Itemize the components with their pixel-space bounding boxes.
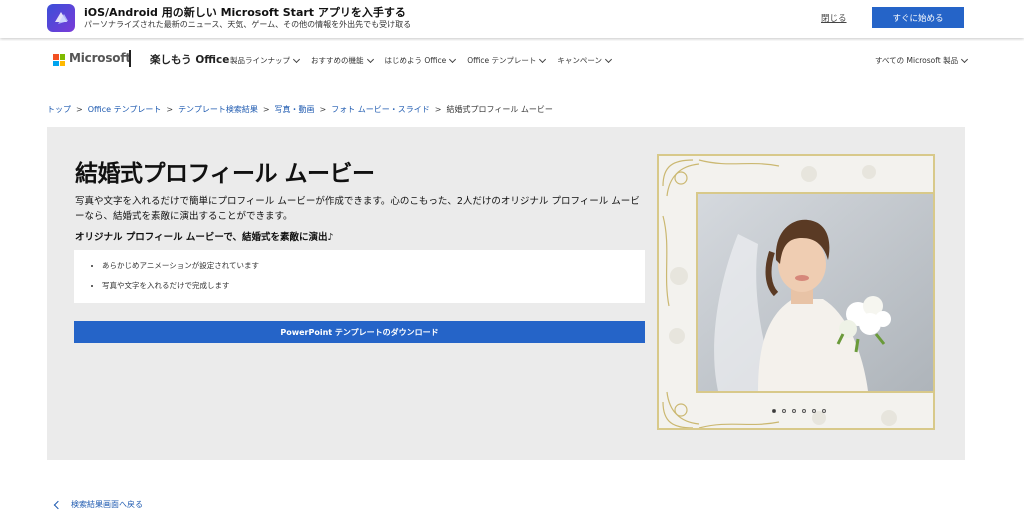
site-header: Microsoft 楽しもう Office 製品ラインナップ おすすめの機能 は… <box>0 41 1024 77</box>
breadcrumb-link-search-results[interactable]: テンプレート検索結果 <box>178 104 258 115</box>
template-preview-carousel[interactable] <box>657 154 935 430</box>
back-to-results-link[interactable]: 検索結果画面へ戻る <box>53 499 143 510</box>
carousel-dot[interactable] <box>772 409 776 413</box>
promo-start-button[interactable]: すぐに始める <box>872 7 964 28</box>
breadcrumb-link-top[interactable]: トップ <box>47 104 71 115</box>
breadcrumb-separator: > <box>319 105 327 114</box>
feature-list-box: あらかじめアニメーションが設定されています 写真や文字を入れるだけで完成します <box>74 250 645 303</box>
chevron-down-icon <box>539 55 547 63</box>
app-promo-banner: iOS/Android 用の新しい Microsoft Start アプリを入手… <box>0 0 1024 38</box>
chevron-down-icon <box>604 55 613 63</box>
breadcrumb-link-photo-video[interactable]: 写真・動画 <box>275 104 315 115</box>
breadcrumb-link-templates[interactable]: Office テンプレート <box>88 104 162 115</box>
nav-item-campaigns[interactable]: キャンペーン <box>557 55 613 66</box>
microsoft-start-app-icon <box>47 4 75 32</box>
breadcrumb-current: 結婚式プロフィール ムービー <box>446 105 553 114</box>
nav-item-templates[interactable]: Office テンプレート <box>467 55 547 66</box>
list-item: 写真や文字を入れるだけで完成します <box>102 276 645 296</box>
chevron-left-icon <box>53 500 63 509</box>
list-item: あらかじめアニメーションが設定されています <box>102 256 645 276</box>
template-subheading: オリジナル プロフィール ムービーで、結婚式を素敵に演出♪ <box>75 232 334 243</box>
bride-photo-image <box>696 192 933 393</box>
breadcrumb-separator: > <box>166 105 174 114</box>
carousel-dots <box>772 409 826 413</box>
nav-item-features[interactable]: おすすめの機能 <box>311 55 374 66</box>
promo-subtitle: パーソナライズされた最新のニュース、天気、ゲーム、その他の情報を外出先でも受け取… <box>84 20 412 29</box>
feature-list: あらかじめアニメーションが設定されています 写真や文字を入れるだけで完成します <box>74 256 645 296</box>
breadcrumb: トップ > Office テンプレート > テンプレート検索結果 > 写真・動画… <box>47 104 553 115</box>
chevron-down-icon <box>292 55 301 63</box>
promo-title: iOS/Android 用の新しい Microsoft Start アプリを入手… <box>84 6 406 19</box>
template-hero: 結婚式プロフィール ムービー 写真や文字を入れるだけで簡単にプロフィール ムービ… <box>47 127 965 460</box>
breadcrumb-separator: > <box>434 105 442 114</box>
breadcrumb-separator: > <box>262 105 270 114</box>
breadcrumb-separator: > <box>76 105 83 114</box>
nav-item-getting-started[interactable]: はじめよう Office <box>385 55 457 66</box>
promo-close-link[interactable]: 閉じる <box>821 12 847 24</box>
chevron-down-icon <box>961 55 969 63</box>
brand-title[interactable]: 楽しもう Office <box>150 52 229 67</box>
download-template-button[interactable]: PowerPoint テンプレートのダウンロード <box>74 321 645 343</box>
main-nav: 製品ラインナップ おすすめの機能 はじめよう Office Office テンプ… <box>230 55 623 66</box>
carousel-dot[interactable] <box>812 409 816 413</box>
carousel-dot[interactable] <box>782 409 786 413</box>
nav-item-products[interactable]: 製品ラインナップ <box>230 55 301 66</box>
page-title: 結婚式プロフィール ムービー <box>75 161 375 187</box>
bride-illustration <box>698 194 933 391</box>
microsoft-logo-text[interactable]: Microsoft <box>69 51 131 65</box>
carousel-dot[interactable] <box>822 409 826 413</box>
carousel-dot[interactable] <box>802 409 806 413</box>
chevron-down-icon <box>449 55 457 63</box>
template-description: 写真や文字を入れるだけで簡単にプロフィール ムービーが作成できます。心のこもった… <box>75 196 640 222</box>
carousel-dot[interactable] <box>792 409 796 413</box>
breadcrumb-link-photo-movie[interactable]: フォト ムービー・スライド <box>331 104 430 115</box>
all-microsoft-products-menu[interactable]: すべての Microsoft 製品 <box>875 55 969 66</box>
header-divider <box>129 50 131 67</box>
chevron-down-icon <box>366 55 374 63</box>
microsoft-logo-icon[interactable] <box>53 54 65 66</box>
